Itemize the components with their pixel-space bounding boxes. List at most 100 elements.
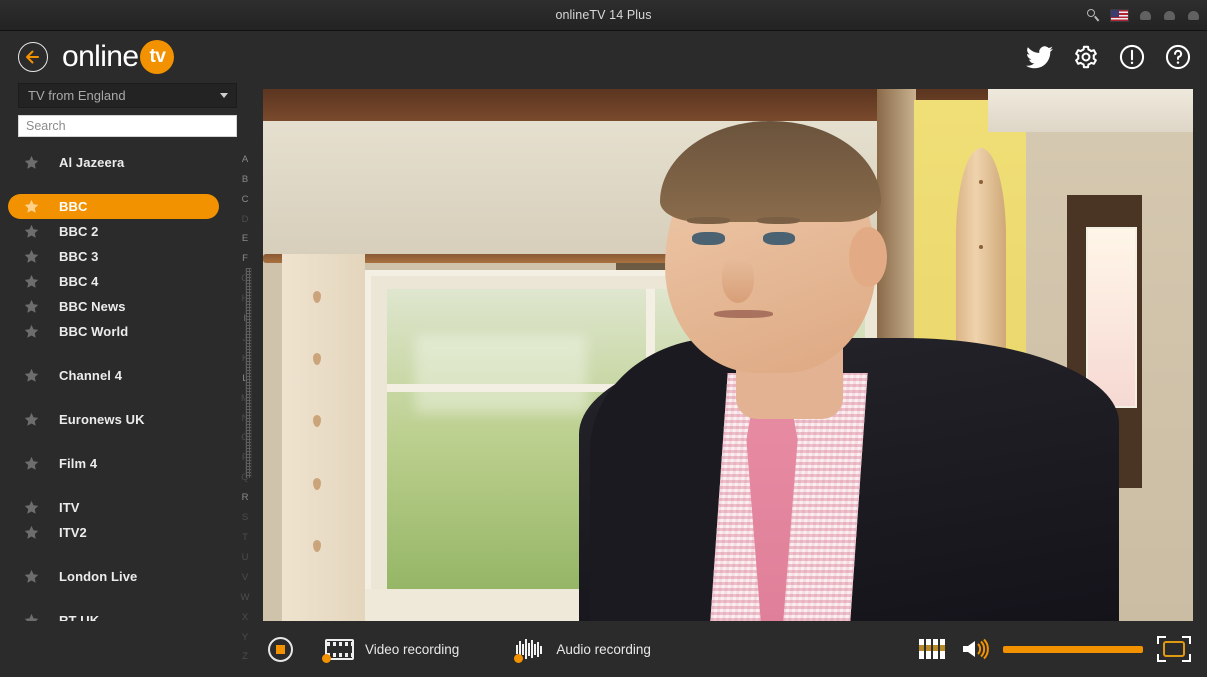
app-body: TV from England Al Jazeera BBC BBC 2 BBC 3 B… [0,83,1207,662]
alphabet-index-letter[interactable]: R [242,488,249,508]
video-recording-button[interactable]: Video recording [322,638,460,663]
video-player[interactable] [263,89,1193,621]
channel-list[interactable]: Al Jazeera BBC BBC 2 BBC 3 BBC 4 BBC News BBC … [0,150,235,621]
info-icon[interactable] [1119,44,1145,70]
audio-wave-icon [514,638,545,663]
channel-name: BBC News [59,298,126,314]
video-subject [579,116,1119,621]
channel-name: BBC 3 [59,248,99,264]
alphabet-index-letter[interactable]: Y [242,628,248,648]
favorite-star-icon[interactable] [24,299,39,314]
channel-list-item[interactable]: Al Jazeera [8,150,219,175]
alphabet-index-letter[interactable]: Z [242,647,248,667]
scrollbar-thumb[interactable] [245,267,252,478]
region-select-value: TV from England [28,87,126,103]
recording-controls: Video recording Audio recording [0,636,651,663]
channel-list-wrapper: Al Jazeera BBC BBC 2 BBC 3 BBC 4 BBC News BBC … [0,150,255,662]
channel-list-item[interactable]: Channel 4 [8,363,219,388]
equalizer-icon[interactable] [919,639,947,659]
channel-list-item[interactable]: BBC 4 [8,269,219,294]
maximize-button[interactable] [1162,8,1177,23]
alphabet-index-letter[interactable]: A [242,150,248,170]
favorite-star-icon[interactable] [24,274,39,289]
close-button[interactable] [1186,8,1201,23]
player-area [255,83,1207,621]
channel-name: Film 4 [59,455,98,471]
favorite-star-icon[interactable] [24,368,39,383]
video-recording-label: Video recording [365,641,460,657]
window-titlebar-right [1085,0,1201,31]
channel-name: RT UK [59,612,100,621]
alphabet-index-letter[interactable]: V [242,568,248,588]
header-icon-group [1026,44,1191,70]
favorite-star-icon[interactable] [24,569,39,584]
alphabet-index-letter[interactable]: S [242,508,248,528]
channel-list-item[interactable]: ITV [8,495,219,520]
channel-list-item[interactable]: Film 4 [8,451,219,476]
window-title: onlineTV 14 Plus [555,8,652,22]
alphabet-index-letter[interactable]: E [242,229,248,249]
window-titlebar: onlineTV 14 Plus [0,0,1207,31]
channel-list-item[interactable]: BBC 3 [8,244,219,269]
logo-badge: tv [140,40,175,74]
alphabet-index-letter[interactable]: C [242,190,249,210]
record-button[interactable] [268,636,293,662]
channel-name: Al Jazeera [59,154,125,170]
channel-name: BBC World [59,323,129,339]
speaker-icon[interactable] [961,638,989,660]
favorite-star-icon[interactable] [24,249,39,264]
app-header: online tv [0,31,1207,83]
channel-list-item[interactable]: ITV2 [8,520,219,545]
channel-name: BBC [59,198,88,214]
search-input[interactable] [26,118,236,133]
film-strip-icon [322,638,354,663]
twitter-icon[interactable] [1026,45,1053,69]
audio-recording-button[interactable]: Audio recording [514,638,651,663]
volume-slider[interactable] [1003,645,1143,653]
minimize-button[interactable] [1138,8,1153,23]
alphabet-index-letter[interactable]: B [242,170,248,190]
favorite-star-icon[interactable] [24,500,39,515]
back-arrow-icon[interactable] [18,42,48,72]
channel-name: ITV [59,499,80,515]
channel-list-scrollbar[interactable] [245,267,252,478]
alphabet-index-letter[interactable]: D [242,210,249,230]
search-field[interactable] [18,114,237,137]
favorite-star-icon[interactable] [24,525,39,540]
onlinetv-window: onlineTV 14 Plus online tv TV from Engla… [0,0,1207,677]
chevron-down-icon [220,92,228,98]
us-flag-icon[interactable] [1110,9,1129,22]
alphabet-index-letter[interactable]: F [242,249,248,269]
audio-recording-label: Audio recording [556,641,651,657]
favorite-star-icon[interactable] [24,412,39,427]
logo-word: online [62,40,139,73]
gear-icon[interactable] [1073,44,1099,70]
region-select[interactable]: TV from England [18,83,237,108]
channel-list-item[interactable]: RT UK [8,608,219,621]
search-icon[interactable] [1085,8,1101,24]
favorite-star-icon[interactable] [24,224,39,239]
favorite-star-icon[interactable] [24,199,39,214]
favorite-star-icon[interactable] [24,456,39,471]
channel-list-item[interactable]: BBC News [8,294,219,319]
channel-name: BBC 4 [59,273,99,289]
alphabet-index-letter[interactable]: T [242,528,248,548]
channel-list-item[interactable]: BBC World [8,319,219,344]
channel-list-item[interactable]: Euronews UK [8,407,219,432]
audio-view-controls [919,636,1191,662]
channel-list-item[interactable]: London Live [8,564,219,589]
alphabet-index-letter[interactable]: X [242,608,248,628]
favorite-star-icon[interactable] [24,613,39,621]
channel-list-item[interactable]: BBC [8,193,219,219]
favorite-star-icon[interactable] [24,155,39,170]
channel-name: BBC 2 [59,223,99,239]
fullscreen-icon[interactable] [1157,636,1191,662]
alphabet-index-letter[interactable]: U [242,548,249,568]
channel-sidebar: TV from England Al Jazeera BBC BBC 2 BBC 3 B… [0,83,255,662]
favorite-star-icon[interactable] [24,324,39,339]
help-icon[interactable] [1165,44,1191,70]
channel-name: Channel 4 [59,367,123,383]
channel-name: London Live [59,568,138,584]
channel-list-item[interactable]: BBC 2 [8,219,219,244]
alphabet-index-letter[interactable]: W [241,588,250,608]
